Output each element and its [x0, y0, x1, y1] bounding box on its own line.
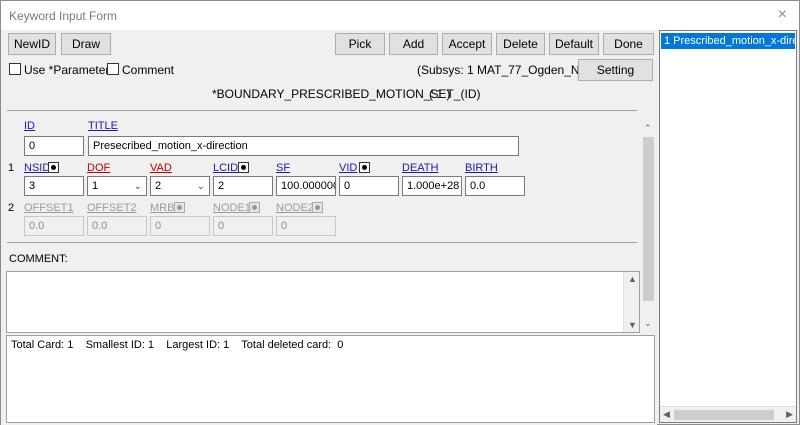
header-separator — [7, 110, 637, 111]
window-title: Keyword Input Form — [9, 9, 118, 23]
setting-button[interactable]: Setting — [578, 59, 653, 81]
death-input[interactable]: 1.000e+28 — [402, 176, 462, 196]
form-scrollbar[interactable]: ⌃ ⌄ — [641, 121, 656, 331]
status-text: Total Card: 1 Smallest ID: 1 Largest ID:… — [11, 339, 344, 351]
scroll-thumb[interactable] — [643, 137, 654, 301]
status-panel: Total Card: 1 Smallest ID: 1 Largest ID:… — [6, 335, 655, 423]
node1-input: 0 — [213, 216, 273, 236]
node1-label: NODE1 — [213, 202, 251, 214]
draw-button[interactable]: Draw — [61, 33, 111, 55]
vad-value: 2 — [155, 180, 162, 192]
chevron-down-icon[interactable]: ⌄ — [644, 318, 652, 329]
offset2-label: OFFSET2 — [87, 202, 137, 214]
vid-pick-icon[interactable] — [359, 162, 370, 173]
node1-pick-icon — [249, 202, 260, 213]
card-separator — [7, 242, 637, 243]
lcid-pick-icon[interactable] — [238, 162, 249, 173]
use-parameter-label: Use *Parameter — [24, 63, 110, 77]
offset2-input: 0.0 — [87, 216, 147, 236]
nsid-input[interactable]: 3 — [24, 176, 84, 196]
form-area: NewID Draw Pick Add Accept Delete Defaul… — [1, 30, 657, 425]
dof-value: 1 — [92, 180, 99, 192]
comment-label: COMMENT: — [9, 253, 68, 265]
keyword-list-panel: 1 Prescribed_motion_x-direction ◀ ▶ — [659, 30, 797, 423]
vad-select[interactable]: 2 ⌄ — [150, 176, 210, 196]
vid-input[interactable]: 0 — [339, 176, 399, 196]
comment-checkbox[interactable] — [107, 63, 119, 75]
node2-pick-icon — [312, 202, 323, 213]
nsid-pick-icon[interactable] — [48, 162, 59, 173]
birth-label[interactable]: BIRTH — [465, 162, 498, 174]
pick-button[interactable]: Pick — [335, 33, 385, 55]
accept-button[interactable]: Accept — [442, 33, 492, 55]
birth-input[interactable]: 0.0 — [465, 176, 525, 196]
title-bar: Keyword Input Form × — [1, 1, 799, 30]
close-icon[interactable]: × — [778, 6, 787, 24]
dof-select[interactable]: 1 ⌄ — [87, 176, 147, 196]
lcid-label[interactable]: LCID — [213, 162, 238, 174]
list-scroll-thumb[interactable] — [674, 410, 774, 420]
scroll-right-icon[interactable]: ▶ — [786, 409, 793, 420]
list-horizontal-scrollbar[interactable]: ◀ ▶ — [660, 406, 796, 422]
node2-label: NODE2 — [276, 202, 314, 214]
done-button[interactable]: Done — [603, 33, 654, 55]
id-label[interactable]: ID — [24, 120, 35, 132]
chevron-down-icon: ⌄ — [133, 181, 142, 192]
chevron-down-icon: ⌄ — [196, 181, 205, 192]
default-button[interactable]: Default — [549, 33, 599, 55]
dof-label[interactable]: DOF — [87, 162, 110, 174]
chevron-up-icon[interactable]: ⌃ — [644, 123, 652, 134]
comment-scrollbar[interactable]: ▲ ▼ — [623, 272, 639, 332]
card-2-number: 2 — [8, 202, 15, 214]
vad-label[interactable]: VAD — [150, 162, 172, 174]
sf-input[interactable]: 100.000000 — [276, 176, 336, 196]
title-label[interactable]: TITLE — [88, 120, 118, 132]
sf-label[interactable]: SF — [276, 162, 290, 174]
death-label[interactable]: DEATH — [402, 162, 438, 174]
mrb-input: 0 — [150, 216, 210, 236]
delete-button[interactable]: Delete — [496, 33, 545, 55]
title-input[interactable]: Presecribed_motion_x-direction — [88, 136, 519, 156]
id-input[interactable]: 0 — [24, 136, 84, 156]
comment-textarea[interactable]: ▲ ▼ — [6, 271, 640, 333]
mrb-pick-icon — [174, 202, 185, 213]
keyword-count: ( 1 ) — [429, 87, 451, 101]
offset1-label: OFFSET1 — [24, 202, 74, 214]
scroll-left-icon[interactable]: ◀ — [663, 409, 670, 420]
add-button[interactable]: Add — [389, 33, 438, 55]
newid-button[interactable]: NewID — [8, 33, 56, 55]
scroll-down-icon[interactable]: ▼ — [628, 320, 637, 330]
vid-label[interactable]: VID — [339, 162, 357, 174]
lcid-input[interactable]: 2 — [213, 176, 273, 196]
offset1-input: 0.0 — [24, 216, 84, 236]
use-parameter-checkbox[interactable] — [9, 63, 21, 75]
nsid-label[interactable]: NSID — [24, 162, 50, 174]
scroll-up-icon[interactable]: ▲ — [628, 274, 637, 284]
card-1-number: 1 — [8, 162, 15, 174]
mrb-label: MRB — [150, 202, 175, 214]
comment-checkbox-label: Comment — [122, 63, 175, 77]
node2-input: 0 — [276, 216, 336, 236]
keyword-input-form-window: Keyword Input Form × NewID Draw Pick Add… — [0, 0, 800, 425]
list-item[interactable]: 1 Prescribed_motion_x-direction — [661, 33, 795, 49]
